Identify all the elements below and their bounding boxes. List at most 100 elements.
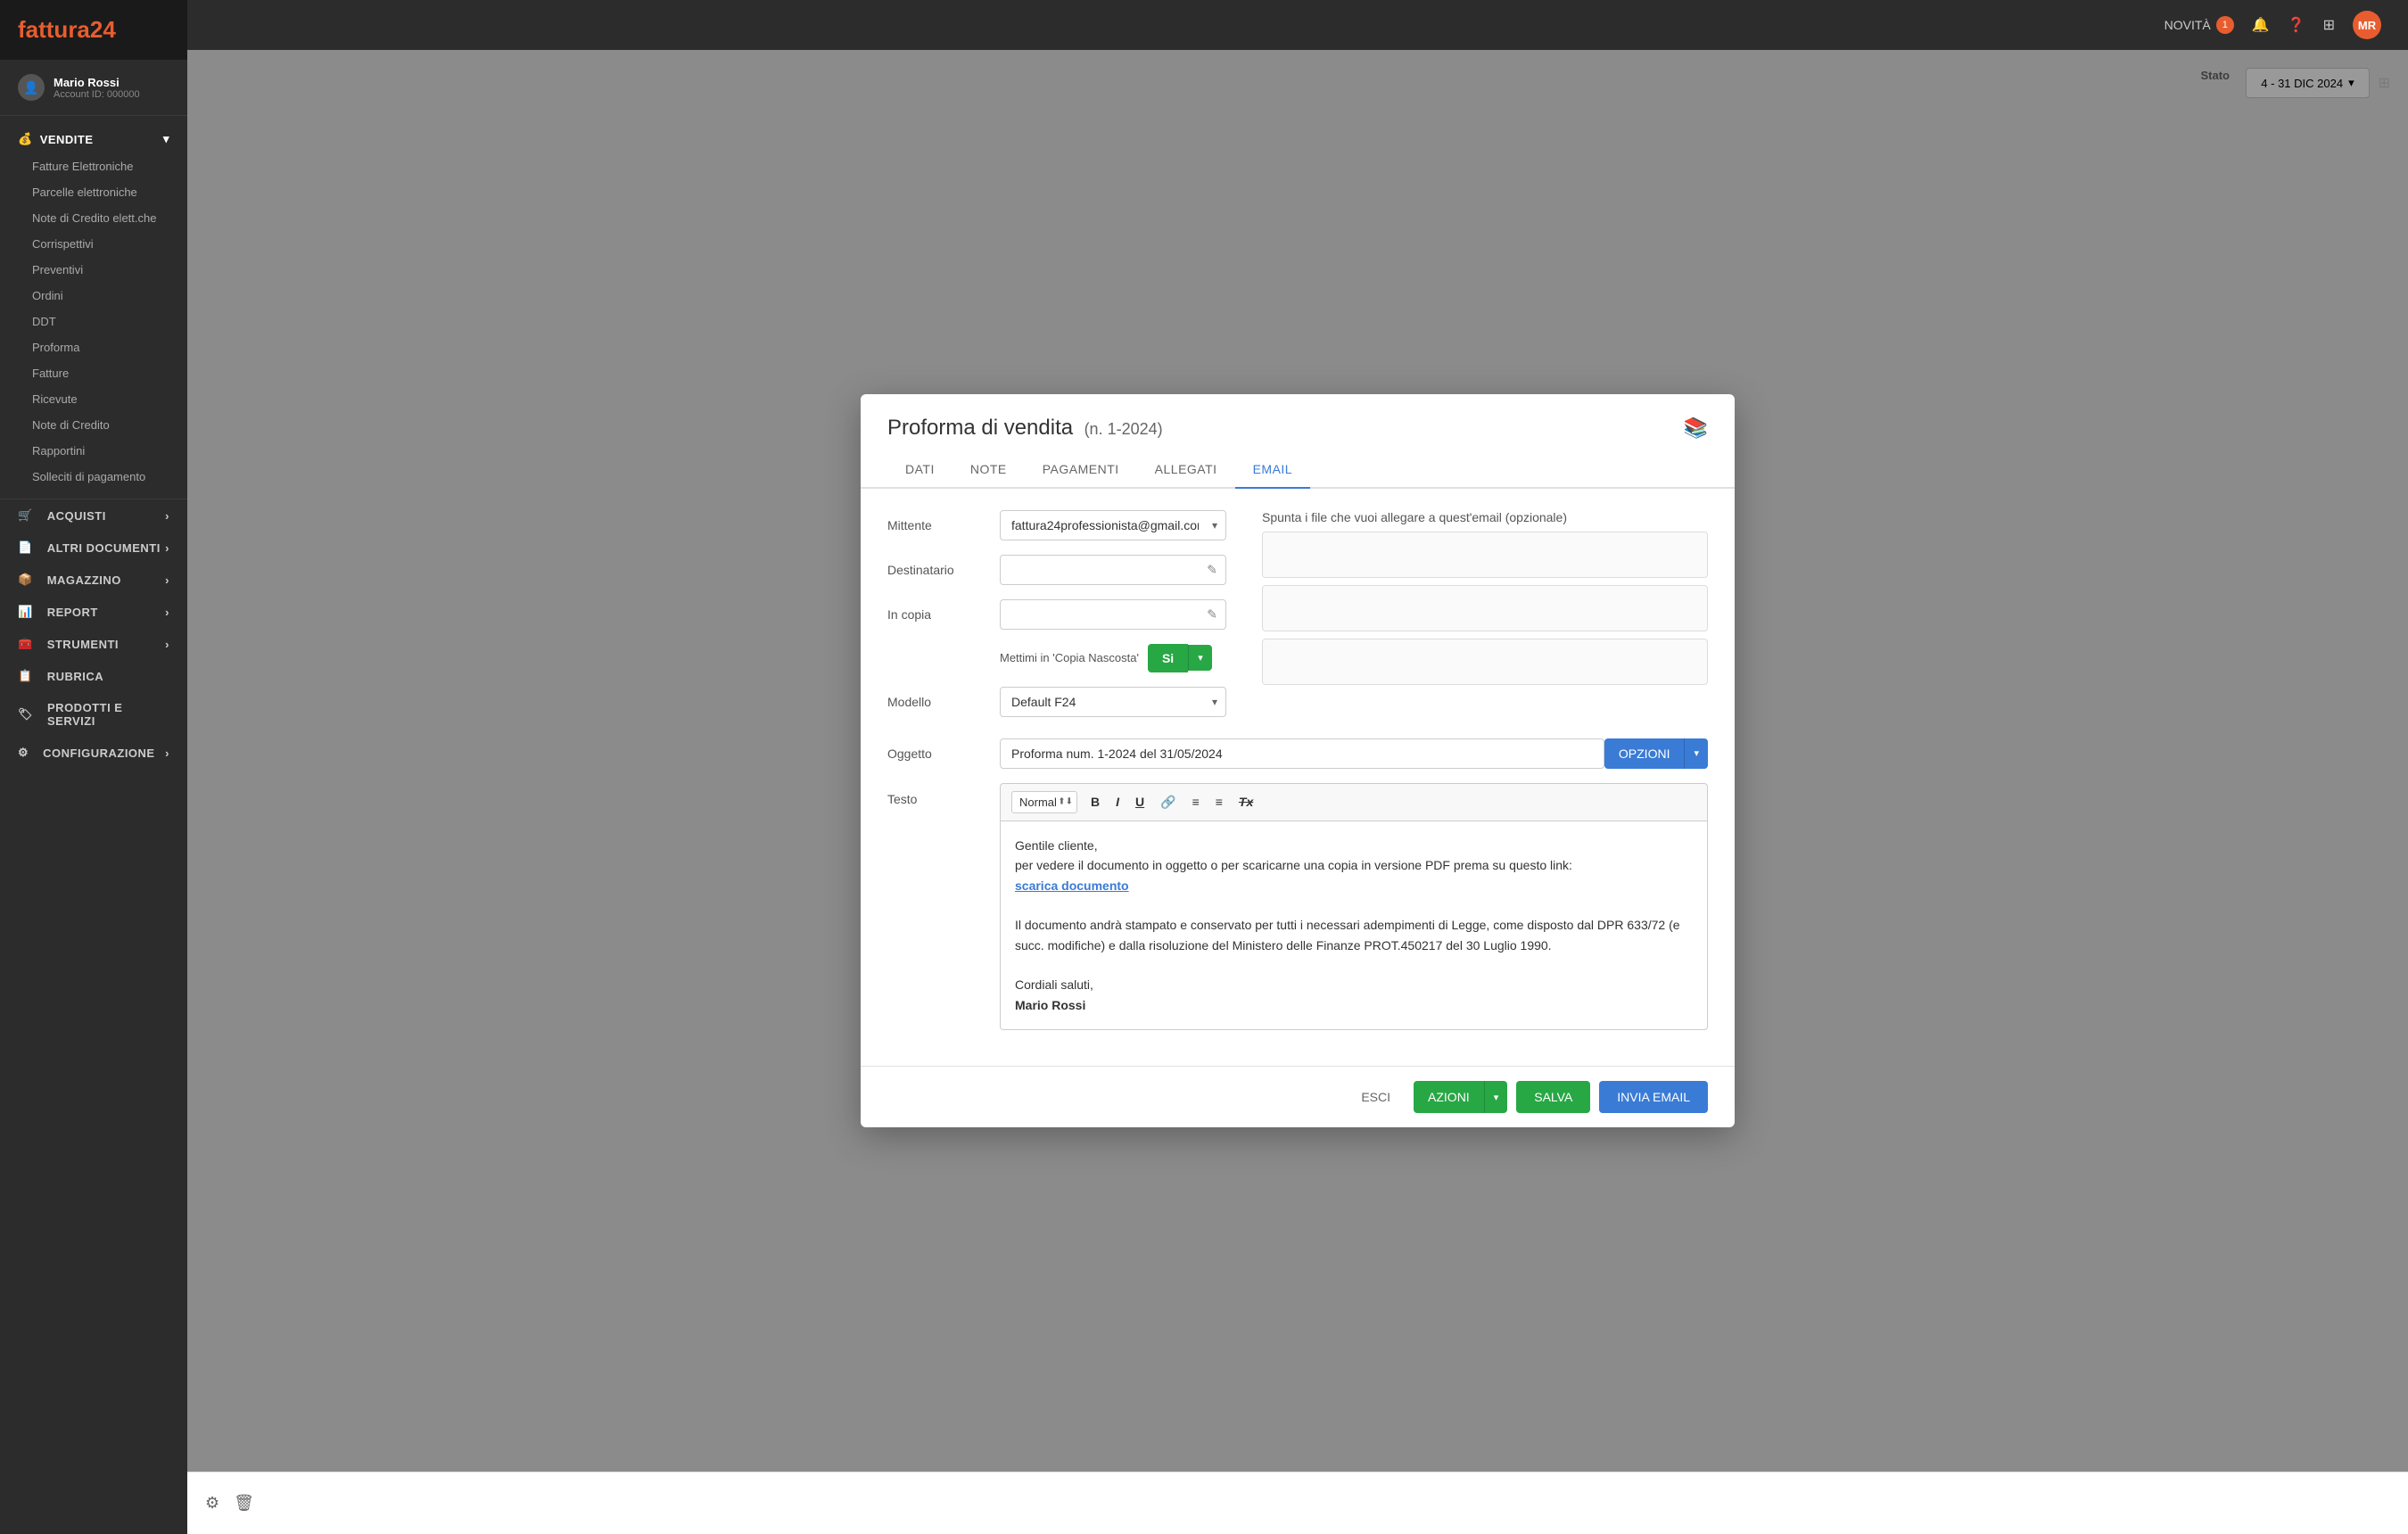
modello-select[interactable]: Default F24: [1000, 687, 1226, 717]
sidebar-item-fatture-el[interactable]: Fatture Elettroniche: [0, 153, 187, 179]
nascosta-toggle: Si ▾: [1148, 644, 1212, 672]
altri-doc-label: ALTRI DOCUMENTI: [47, 541, 161, 555]
novita-button[interactable]: NOVITÀ 1: [2165, 16, 2234, 34]
salva-button[interactable]: SALVA: [1516, 1081, 1590, 1113]
report-icon: 📊: [18, 605, 33, 619]
oggetto-input[interactable]: Proforma num. 1-2024 del 31/05/2024: [1000, 738, 1604, 769]
vendite-icon: 💰: [18, 132, 33, 146]
acquisti-label: ACQUISTI: [47, 509, 106, 523]
modal-header: Proforma di vendita (n. 1-2024) 📚: [861, 394, 1735, 441]
clear-format-button[interactable]: Tx: [1233, 791, 1259, 812]
esci-button[interactable]: ESCI: [1347, 1083, 1405, 1111]
sidebar-configurazione[interactable]: ⚙ CONFIGURAZIONE ›: [0, 737, 187, 769]
chevron-right-icon2: ›: [165, 541, 169, 555]
underline-button[interactable]: U: [1129, 791, 1150, 812]
nascosta-group: Mettimi in 'Copia Nascosta' Si ▾: [1000, 644, 1212, 672]
user-avatar[interactable]: MR: [2353, 11, 2381, 39]
sidebar-item-fatture[interactable]: Fatture: [0, 360, 187, 386]
trash-icon[interactable]: 🗑: [234, 1494, 254, 1513]
sidebar-report[interactable]: 📊 REPORT ›: [0, 596, 187, 628]
modal-title: Proforma di vendita: [887, 416, 1073, 440]
opzioni-arrow-button[interactable]: ▾: [1684, 738, 1708, 769]
sidebar-vendite-header[interactable]: 💰 VENDITE ▾: [0, 125, 187, 153]
attachment-box-1: [1262, 532, 1708, 578]
sidebar-magazzino[interactable]: 📦 MAGAZZINO ›: [0, 564, 187, 596]
user-account-id: Account ID: 000000: [54, 89, 140, 100]
email-modal: Proforma di vendita (n. 1-2024) 📚 DATI N…: [861, 394, 1735, 1128]
settings-icon[interactable]: ⚙: [205, 1494, 219, 1513]
sidebar-acquisti[interactable]: 🛒 ACQUISTI ›: [0, 499, 187, 532]
destinatario-edit-icon[interactable]: ✎: [1207, 562, 1217, 577]
sidebar-altri-documenti[interactable]: 📄 ALTRI DOCUMENTI ›: [0, 532, 187, 564]
bottom-bar: ⚙ 🗑: [187, 1472, 2408, 1534]
modello-row: Modello Default F24 ▾: [887, 687, 1226, 717]
tab-dati[interactable]: DATI: [887, 451, 952, 489]
magazzino-icon: 📦: [18, 573, 33, 587]
modello-label: Modello: [887, 687, 985, 709]
logo-container: fattura24: [0, 0, 187, 60]
in-copia-row: In copia ✎: [887, 599, 1226, 630]
rte-line1: Gentile cliente,: [1015, 836, 1693, 855]
tab-email[interactable]: EMAIL: [1235, 451, 1311, 489]
tab-pagamenti[interactable]: PAGAMENTI: [1025, 451, 1137, 489]
sidebar-strumenti[interactable]: 🧰 STRUMENTI ›: [0, 628, 187, 660]
rte-link-line: scarica documento: [1015, 876, 1693, 895]
modal-library-icon[interactable]: 📚: [1684, 416, 1708, 440]
sidebar-item-ordini[interactable]: Ordini: [0, 283, 187, 309]
sidebar-item-ddt[interactable]: DDT: [0, 309, 187, 334]
logo-text-main: fattura: [18, 16, 90, 43]
sidebar-item-ricevute[interactable]: Ricevute: [0, 386, 187, 412]
sidebar-item-rapportini[interactable]: Rapportini: [0, 438, 187, 464]
rte-spacer2: [1015, 955, 1693, 975]
link-button[interactable]: 🔗: [1154, 791, 1182, 813]
config-label: CONFIGURAZIONE: [43, 746, 154, 760]
attachment-boxes: [1262, 532, 1708, 685]
sidebar-item-preventivi[interactable]: Preventivi: [0, 257, 187, 283]
tab-note[interactable]: NOTE: [952, 451, 1025, 489]
destinatario-label: Destinatario: [887, 555, 985, 577]
format-select[interactable]: Normal: [1011, 791, 1077, 813]
testo-label: Testo: [887, 783, 985, 806]
tab-allegati[interactable]: ALLEGATI: [1137, 451, 1235, 489]
bold-button[interactable]: B: [1084, 791, 1106, 812]
azioni-arrow-button[interactable]: ▾: [1484, 1081, 1508, 1113]
sidebar-prodotti-servizi[interactable]: 🏷 PRODOTTI E SERVIZI: [0, 692, 187, 737]
nascosta-toggle-arrow[interactable]: ▾: [1188, 645, 1212, 671]
modello-select-wrap: Default F24 ▾: [1000, 687, 1226, 717]
user-name: Mario Rossi: [54, 76, 140, 89]
attachment-section: Spunta i file che vuoi allegare a quest'…: [1244, 510, 1708, 731]
oggetto-input-group: Proforma num. 1-2024 del 31/05/2024 OPZI…: [1000, 738, 1708, 769]
sidebar-item-proforma[interactable]: Proforma: [0, 334, 187, 360]
invia-email-button[interactable]: INVIA EMAIL: [1599, 1081, 1708, 1113]
destinatario-row: Destinatario ✎: [887, 555, 1226, 585]
sidebar-item-corrispettivi[interactable]: Corrispettivi: [0, 231, 187, 257]
user-details: Mario Rossi Account ID: 000000: [54, 76, 140, 100]
rte-content[interactable]: Gentile cliente, per vedere il documento…: [1000, 821, 1708, 1031]
modal-footer: ESCI AZIONI ▾ SALVA INVIA EMAIL: [861, 1066, 1735, 1127]
modal-backdrop: Proforma di vendita (n. 1-2024) 📚 DATI N…: [187, 50, 2408, 1472]
italic-button[interactable]: I: [1109, 791, 1126, 812]
sidebar-item-note-credito-el[interactable]: Note di Credito elett.che: [0, 205, 187, 231]
opzioni-button[interactable]: OPZIONI: [1604, 738, 1685, 769]
mittente-select[interactable]: fattura24professionista@gmail.com: [1000, 510, 1226, 540]
sidebar-item-parcelle-el[interactable]: Parcelle elettroniche: [0, 179, 187, 205]
unordered-list-button[interactable]: ≡: [1209, 791, 1229, 812]
sidebar-rubrica[interactable]: 📋 RUBRICA: [0, 660, 187, 692]
chevron-right-icon6: ›: [165, 746, 169, 760]
rte-line2: per vedere il documento in oggetto o per…: [1015, 855, 1693, 875]
destinatario-input[interactable]: [1000, 555, 1226, 585]
main-content: NOVITÀ 1 🔔 ❓ ⊞ MR 4 - 31 DIC 2024 ▾ ⊞ St…: [187, 0, 2408, 1534]
help-icon[interactable]: ❓: [2288, 16, 2305, 34]
azioni-button[interactable]: AZIONI: [1414, 1081, 1484, 1113]
ordered-list-button[interactable]: ≡: [1186, 791, 1206, 812]
in-copia-input[interactable]: [1000, 599, 1226, 630]
nascosta-si-button[interactable]: Si: [1148, 644, 1188, 672]
layout-icon[interactable]: ⊞: [2323, 16, 2335, 34]
in-copia-edit-icon[interactable]: ✎: [1207, 606, 1217, 622]
rte-link[interactable]: scarica documento: [1015, 878, 1129, 893]
nascosta-row: Mettimi in 'Copia Nascosta' Si ▾: [887, 644, 1226, 672]
notifications-icon[interactable]: 🔔: [2252, 16, 2270, 34]
chevron-down-icon: ▾: [163, 132, 169, 146]
sidebar-item-note-credito[interactable]: Note di Credito: [0, 412, 187, 438]
sidebar-item-solleciti[interactable]: Solleciti di pagamento: [0, 464, 187, 490]
